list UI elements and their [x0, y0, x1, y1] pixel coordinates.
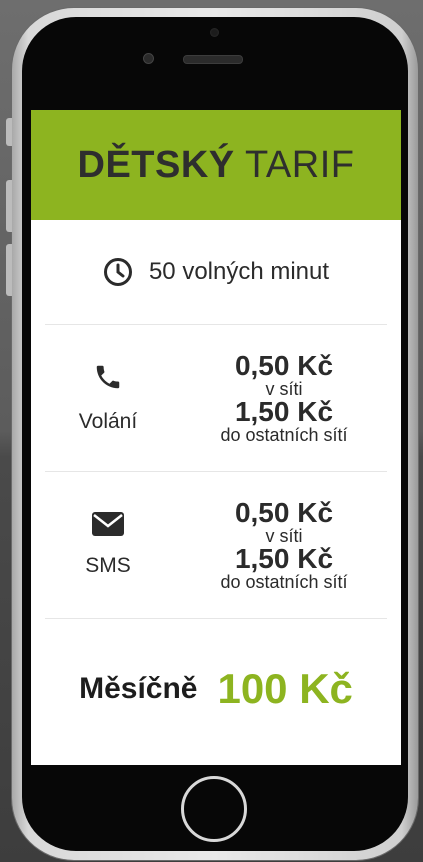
- free-minutes-row: 50 volných minut: [45, 220, 387, 325]
- clock-icon: [103, 258, 132, 286]
- sms-price-other-networks: 1,50 Kč: [234, 543, 334, 574]
- sms-price-in-network: 0,50 Kč: [234, 497, 334, 528]
- home-button[interactable]: [181, 776, 247, 842]
- tariff-title: DĚTSKÝ TARIF: [78, 144, 355, 187]
- tariff-header: DĚTSKÝ TARIF: [31, 110, 401, 220]
- calls-row: Volání 0,50 Kč v síti 1,50 Kč do ostatní…: [45, 325, 387, 472]
- volume-up-button: [6, 180, 12, 232]
- earpiece-speaker: [183, 55, 243, 64]
- monthly-total: Měsíčně 100 Kč: [31, 619, 401, 759]
- calls-price-in-network: 0,50 Kč: [234, 350, 334, 381]
- phone-icon: [96, 365, 120, 389]
- calls-label: Volání: [78, 410, 138, 433]
- envelope-icon: [92, 512, 124, 536]
- calls-price-other-networks: 1,50 Kč: [234, 396, 334, 427]
- sms-label: SMS: [85, 554, 131, 577]
- monthly-label: Měsíčně: [79, 672, 198, 705]
- proximity-sensor: [143, 53, 154, 64]
- volume-down-button: [6, 244, 12, 296]
- tariff-title-light: TARIF: [245, 143, 355, 186]
- front-camera: [210, 28, 219, 37]
- mute-switch: [6, 118, 12, 146]
- sms-other-networks-label: do ostatních sítí: [220, 572, 348, 592]
- sms-row: SMS 0,50 Kč v síti 1,50 Kč do ostatních …: [45, 472, 387, 619]
- phone-screen: DĚTSKÝ TARIF 50 volných minut Volání 0,5…: [31, 110, 401, 765]
- tariff-title-bold: DĚTSKÝ: [77, 143, 235, 186]
- free-minutes-text: 50 volných minut: [148, 258, 330, 285]
- monthly-price: 100 Kč: [217, 665, 353, 712]
- calls-other-networks-label: do ostatních sítí: [220, 425, 348, 445]
